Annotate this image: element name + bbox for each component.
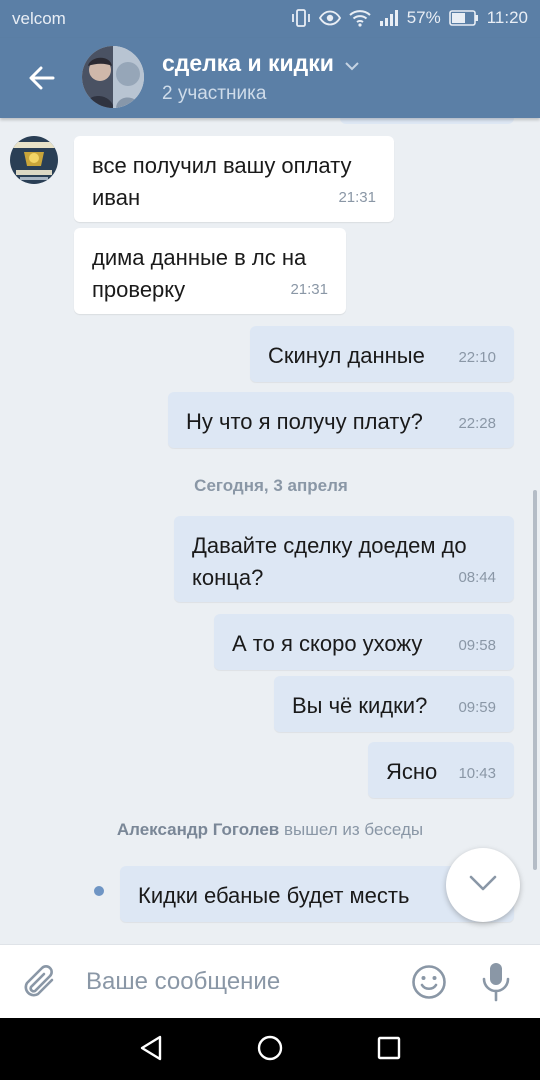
message-bubble-outgoing[interactable]: Ясно 10:43 xyxy=(368,742,514,798)
system-nav-bar xyxy=(0,1018,540,1080)
message-text: все получил вашу оплату иван xyxy=(92,153,352,210)
message-bubble-outgoing[interactable]: Вы чё кидки? 09:59 xyxy=(274,676,514,732)
status-bar: velcom 57% 11:20 xyxy=(0,0,540,38)
circle-home-icon[interactable] xyxy=(256,1034,284,1067)
message-bubble-outgoing[interactable]: Скинул данные 22:10 xyxy=(250,326,514,382)
status-icons: 57% 11:20 xyxy=(291,8,528,28)
chat-title-text: сделка и кидки xyxy=(162,50,334,76)
sender-avatar[interactable] xyxy=(10,136,58,184)
unread-indicator xyxy=(94,886,104,896)
scrollbar[interactable] xyxy=(533,490,537,870)
arrow-left-icon xyxy=(29,66,55,95)
scroll-down-button[interactable] xyxy=(446,848,520,922)
chevron-down-icon xyxy=(344,50,360,77)
chat-title: сделка и кидки xyxy=(162,50,360,77)
wifi-icon xyxy=(349,9,371,27)
carrier-name: velcom xyxy=(12,9,66,28)
message-time: 21:31 xyxy=(338,189,376,206)
service-user-name: Александр Гоголев xyxy=(116,820,280,839)
message-list[interactable]: все получил вашу оплату иван 21:31 дима … xyxy=(0,118,540,944)
message-bubble-partial xyxy=(340,118,514,124)
square-recents-icon[interactable] xyxy=(376,1034,402,1067)
message-time: 21:31 xyxy=(290,281,328,298)
message-bubble-incoming[interactable]: все получил вашу оплату иван 21:31 xyxy=(74,136,394,222)
message-time: 08:44 xyxy=(458,569,496,586)
triangle-back-icon[interactable] xyxy=(138,1034,164,1067)
chat-title-area[interactable]: сделка и кидки 2 участника xyxy=(162,50,360,105)
date-separator: Сегодня, 3 апреля xyxy=(194,476,348,495)
message-input[interactable] xyxy=(86,965,386,999)
smiley-icon[interactable] xyxy=(410,963,448,1006)
clock: 11:20 xyxy=(486,8,528,27)
message-time: 10:43 xyxy=(458,765,496,782)
message-time: 22:28 xyxy=(458,415,496,432)
eye-icon xyxy=(318,10,341,26)
paperclip-icon[interactable] xyxy=(22,963,58,1006)
message-text: А то я скоро ухожу xyxy=(232,631,423,656)
service-message: Александр Гоголев вышел из беседы xyxy=(0,820,540,840)
message-bubble-outgoing[interactable]: А то я скоро ухожу 09:58 xyxy=(214,614,514,670)
battery-percent: 57% xyxy=(406,8,441,27)
message-text: Кидки ебаные будет месть xyxy=(138,883,410,908)
back-button[interactable] xyxy=(22,60,62,100)
service-action: вышел из беседы xyxy=(283,820,424,839)
message-text: дима данные в лс на проверку xyxy=(92,245,307,302)
battery-icon xyxy=(448,10,479,26)
message-bubble-outgoing[interactable]: Давайте сделку доедем до конца? 08:44 xyxy=(174,516,514,602)
participants-count: 2 участника xyxy=(162,83,267,104)
message-time: 09:59 xyxy=(458,699,496,716)
message-text: Ясно xyxy=(386,759,438,784)
message-text: Ну что я получу плату? xyxy=(186,409,423,434)
signal-icon xyxy=(379,9,399,27)
message-time: 22:10 xyxy=(458,349,496,366)
chat-avatar[interactable] xyxy=(82,46,144,108)
chevron-down-icon xyxy=(469,875,497,896)
message-text: Вы чё кидки? xyxy=(292,693,428,718)
vibrate-icon xyxy=(291,9,311,27)
chat-header: сделка и кидки 2 участника xyxy=(0,38,540,118)
message-composer xyxy=(0,944,540,1018)
message-bubble-outgoing[interactable]: Ну что я получу плату? 22:28 xyxy=(168,392,514,448)
message-text: Скинул данные xyxy=(268,343,425,368)
message-text: Давайте сделку доедем до конца? xyxy=(192,533,467,590)
message-time: 09:58 xyxy=(458,637,496,654)
message-bubble-incoming[interactable]: дима данные в лс на проверку 21:31 xyxy=(74,228,346,314)
microphone-icon[interactable] xyxy=(480,961,512,1008)
